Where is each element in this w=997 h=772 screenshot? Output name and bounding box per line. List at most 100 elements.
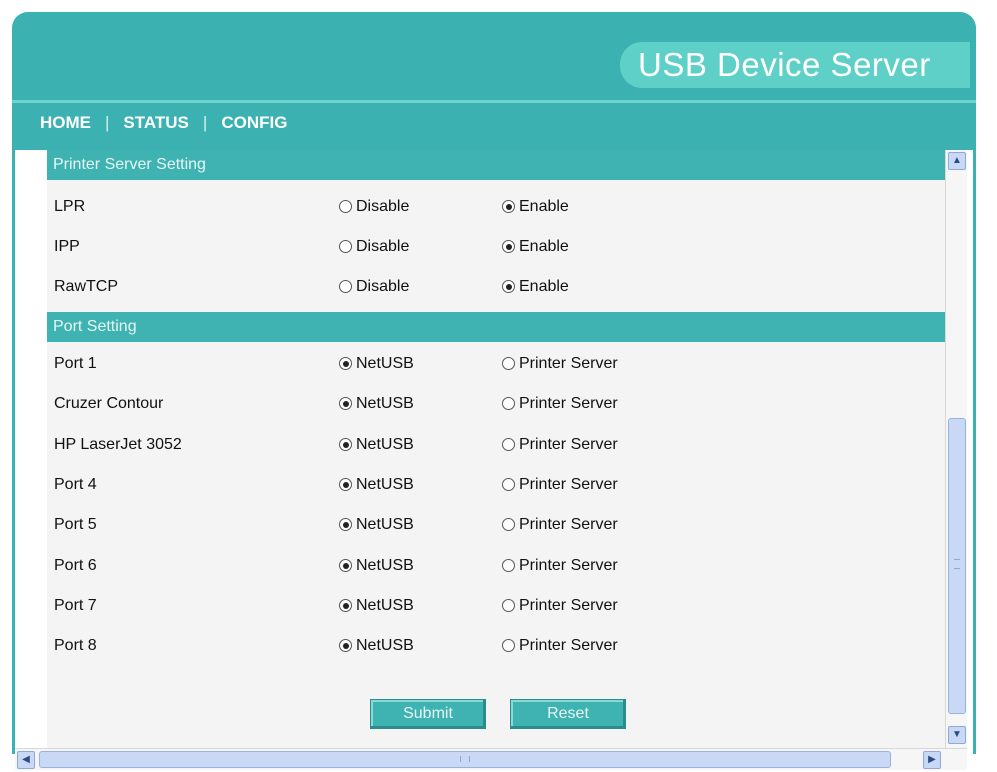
- row-label: Port 4: [54, 476, 97, 493]
- option-label: NetUSB: [356, 355, 414, 372]
- port-row-8: Port 8 NetUSB Printer Server: [47, 629, 947, 667]
- port4-netusb-radio[interactable]: NetUSB: [339, 476, 414, 494]
- row-label: LPR: [54, 198, 86, 215]
- port3-netusb-radio[interactable]: NetUSB: [339, 436, 414, 454]
- row-label: Port 5: [54, 516, 97, 533]
- radio-checked-icon: [339, 518, 352, 531]
- radio-checked-icon: [339, 357, 352, 370]
- setting-row-rawtcp: RawTCP Disable Enable: [47, 270, 947, 308]
- option-label: Enable: [519, 198, 569, 215]
- option-label: Printer Server: [519, 355, 618, 372]
- port2-netusb-radio[interactable]: NetUSB: [339, 395, 414, 413]
- nav-separator: |: [105, 113, 110, 132]
- row-label: Port 6: [54, 557, 97, 574]
- row-label: RawTCP: [54, 278, 119, 295]
- row-label: IPP: [54, 238, 80, 255]
- row-label: Cruzer Contour: [54, 395, 164, 412]
- radio-checked-icon: [502, 280, 515, 293]
- radio-checked-icon: [339, 559, 352, 572]
- radio-icon: [339, 240, 352, 253]
- lpr-disable-radio[interactable]: Disable: [339, 198, 409, 216]
- port1-printer-server-radio[interactable]: Printer Server: [502, 355, 618, 373]
- radio-icon: [339, 280, 352, 293]
- radio-icon: [502, 438, 515, 451]
- port8-printer-server-radio[interactable]: Printer Server: [502, 637, 618, 655]
- scroll-right-icon[interactable]: ▶: [923, 751, 941, 769]
- grip-icon: [460, 756, 470, 762]
- lpr-enable-radio[interactable]: Enable: [502, 198, 569, 216]
- option-label: Enable: [519, 278, 569, 295]
- option-label: Printer Server: [519, 436, 618, 453]
- option-label: NetUSB: [356, 516, 414, 533]
- option-label: NetUSB: [356, 597, 414, 614]
- option-label: Printer Server: [519, 597, 618, 614]
- port-setting-header: Port Setting: [47, 312, 947, 342]
- radio-checked-icon: [339, 478, 352, 491]
- content-area: Printer Server Setting LPR Disable Enabl…: [12, 150, 976, 770]
- radio-icon: [502, 397, 515, 410]
- ipp-disable-radio[interactable]: Disable: [339, 238, 409, 256]
- option-label: NetUSB: [356, 637, 414, 654]
- port8-netusb-radio[interactable]: NetUSB: [339, 637, 414, 655]
- option-label: Disable: [356, 278, 410, 295]
- radio-checked-icon: [339, 639, 352, 652]
- port-row-6: Port 6 NetUSB Printer Server: [47, 549, 947, 587]
- nav-menu: HOME | STATUS | CONFIG: [40, 113, 287, 133]
- port3-printer-server-radio[interactable]: Printer Server: [502, 436, 618, 454]
- option-label: Printer Server: [519, 637, 618, 654]
- option-label: NetUSB: [356, 557, 414, 574]
- submit-button[interactable]: Submit: [370, 699, 486, 729]
- port7-netusb-radio[interactable]: NetUSB: [339, 597, 414, 615]
- nav-separator: |: [202, 113, 208, 132]
- port2-printer-server-radio[interactable]: Printer Server: [502, 395, 618, 413]
- settings-panel: Printer Server Setting LPR Disable Enabl…: [47, 150, 947, 748]
- port7-printer-server-radio[interactable]: Printer Server: [502, 597, 618, 615]
- scroll-down-icon[interactable]: ▼: [948, 726, 966, 744]
- option-label: NetUSB: [356, 476, 414, 493]
- ipp-enable-radio[interactable]: Enable: [502, 238, 569, 256]
- option-label: Printer Server: [519, 516, 618, 533]
- vertical-scrollbar[interactable]: ▲ ▼: [945, 150, 967, 748]
- vertical-scroll-thumb[interactable]: [948, 418, 966, 714]
- app-frame: USB Device Server HOME | STATUS | CONFIG Pri…: [12, 12, 976, 772]
- port1-netusb-radio[interactable]: NetUSB: [339, 355, 414, 373]
- option-label: Printer Server: [519, 476, 618, 493]
- setting-row-lpr: LPR Disable Enable: [47, 190, 947, 228]
- port-row-1: Port 1 NetUSB Printer Server: [47, 347, 947, 385]
- horizontal-scrollbar[interactable]: ◀ ▶: [15, 748, 967, 770]
- radio-checked-icon: [339, 397, 352, 410]
- option-label: Enable: [519, 238, 569, 255]
- nav-home[interactable]: HOME: [40, 113, 91, 132]
- port6-netusb-radio[interactable]: NetUSB: [339, 557, 414, 575]
- printer-server-setting-header: Printer Server Setting: [47, 150, 947, 180]
- port-row-3: HP LaserJet 3052 NetUSB Printer Server: [47, 428, 947, 466]
- radio-icon: [502, 518, 515, 531]
- nav-config[interactable]: CONFIG: [221, 113, 287, 132]
- reset-button[interactable]: Reset: [510, 699, 626, 729]
- radio-icon: [339, 200, 352, 213]
- row-label: Port 1: [54, 355, 97, 372]
- rawtcp-disable-radio[interactable]: Disable: [339, 278, 409, 296]
- nav-bar: HOME | STATUS | CONFIG: [12, 100, 976, 150]
- port-row-2: Cruzer Contour NetUSB Printer Server: [47, 387, 947, 425]
- grip-icon: [954, 559, 960, 569]
- option-label: Printer Server: [519, 395, 618, 412]
- row-label: Port 8: [54, 637, 97, 654]
- port5-printer-server-radio[interactable]: Printer Server: [502, 516, 618, 534]
- setting-row-ipp: IPP Disable Enable: [47, 230, 947, 268]
- port5-netusb-radio[interactable]: NetUSB: [339, 516, 414, 534]
- port4-printer-server-radio[interactable]: Printer Server: [502, 476, 618, 494]
- scroll-left-icon[interactable]: ◀: [17, 751, 35, 769]
- nav-status[interactable]: STATUS: [123, 113, 188, 132]
- port6-printer-server-radio[interactable]: Printer Server: [502, 557, 618, 575]
- horizontal-scroll-thumb[interactable]: [39, 751, 891, 768]
- rawtcp-enable-radio[interactable]: Enable: [502, 278, 569, 296]
- radio-checked-icon: [502, 200, 515, 213]
- option-label: NetUSB: [356, 395, 414, 412]
- brand-title: USB Device Server: [620, 42, 970, 88]
- radio-checked-icon: [339, 438, 352, 451]
- port-row-5: Port 5 NetUSB Printer Server: [47, 508, 947, 546]
- scroll-up-icon[interactable]: ▲: [948, 152, 966, 170]
- radio-checked-icon: [339, 599, 352, 612]
- header-banner: USB Device Server: [12, 12, 976, 100]
